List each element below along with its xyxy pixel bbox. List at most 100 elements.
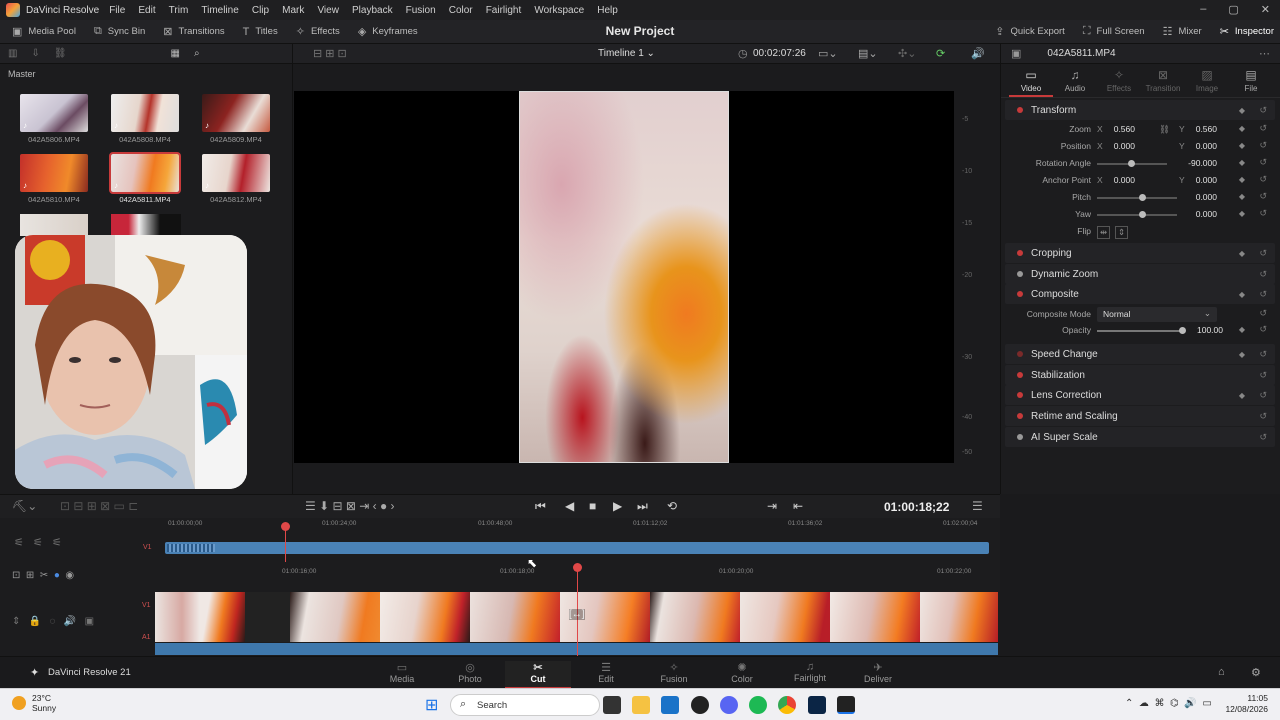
section-lens-correction[interactable]: Lens Correction ◆ ↺ (1005, 385, 1275, 405)
section-speed-change[interactable]: Speed Change ◆ ↺ (1005, 344, 1275, 364)
play-icon[interactable]: ▶ (613, 499, 622, 513)
reset-icon[interactable]: ↺ (1259, 140, 1267, 151)
sync-icon[interactable]: ⟳ (936, 47, 945, 60)
full-screen-button[interactable]: ⛶ Full Screen (1083, 25, 1145, 38)
bin-list-icon[interactable]: ▥ (8, 48, 17, 59)
media-pool-button[interactable]: ▣ Media Pool (12, 25, 76, 38)
reset-icon[interactable]: ↺ (1259, 308, 1267, 319)
settings-gear-icon[interactable]: ⚙ (1251, 666, 1261, 679)
more-icon[interactable]: ⋯ (1259, 47, 1270, 60)
tab-video[interactable]: ▭ Video (1009, 64, 1053, 97)
clip-thumbnail-partial[interactable] (111, 214, 181, 236)
edit-tools-icon[interactable]: ⊡ ⊟ ⊞ ⊠ ▭ ⊏ (60, 499, 138, 513)
safe-area-icon[interactable]: ▭⌄ (818, 47, 838, 60)
reset-icon[interactable]: ↺ (1259, 289, 1267, 300)
next-edit-icon[interactable]: ⇥ (767, 499, 777, 513)
track-options-icon[interactable]: ⚟ ⚟ ⚟ (14, 536, 62, 549)
flip-vertical-icon[interactable]: ⇕ (1115, 226, 1129, 239)
stop-icon[interactable]: ■ (589, 499, 596, 513)
track-tools-icon[interactable]: ⊡ ⊞ ✂ ● ◉ (12, 570, 74, 581)
rotation-slider-knob[interactable] (1128, 160, 1135, 167)
timeline-tools-icon[interactable]: ⛏⌄ (12, 499, 37, 513)
page-tab-deliver[interactable]: ✈ Deliver (853, 661, 903, 684)
pitch-slider[interactable] (1097, 197, 1177, 199)
media-clip[interactable]: ♪ 042A5812.MP4 (202, 154, 270, 204)
task-view-icon[interactable] (603, 696, 621, 714)
grid-view-icon[interactable]: ▦ (171, 48, 180, 59)
menu-clip[interactable]: Clip (252, 5, 269, 16)
lock-icon[interactable]: ⇕ 🔒 ◌ 🔊 ▣ (12, 616, 94, 627)
quick-export-button[interactable]: ⇪ Quick Export (995, 25, 1065, 38)
reset-icon[interactable]: ↺ (1259, 269, 1267, 280)
inspector-button[interactable]: ✂ Inspector (1220, 25, 1274, 38)
menu-file[interactable]: File (109, 5, 125, 16)
menu-fairlight[interactable]: Fairlight (486, 5, 522, 16)
weather-widget[interactable]: 23°C Sunny (12, 693, 56, 713)
menu-playback[interactable]: Playback (352, 5, 393, 16)
go-to-end-icon[interactable]: ⏭ (637, 499, 648, 514)
layout-icon[interactable]: ⊟ ⊞ ⊡ (313, 47, 347, 60)
mail-icon[interactable] (661, 696, 679, 714)
enable-dot-icon[interactable] (1017, 413, 1023, 419)
keyframe-icon[interactable]: ◆ (1239, 141, 1245, 150)
upper-playhead-handle[interactable] (281, 522, 290, 531)
chrome-icon[interactable] (778, 696, 796, 714)
yaw-slider[interactable] (1097, 214, 1177, 216)
keyframe-icon[interactable]: ◆ (1239, 290, 1245, 299)
enable-dot-icon[interactable] (1017, 291, 1023, 297)
menu-view[interactable]: View (317, 5, 339, 16)
reset-icon[interactable]: ↺ (1259, 174, 1267, 185)
import-icon[interactable]: ⇩ (31, 48, 39, 59)
audio-tools-icon[interactable]: ☰ ⬇ ⊟ ⊠ ⇥ ‹ ● › (305, 499, 395, 513)
media-clip[interactable]: ♪ 042A5806.MP4 (20, 94, 88, 144)
clock[interactable]: 11:05 12/08/2026 (1225, 693, 1268, 715)
page-tab-photo[interactable]: ◎ Photo (445, 661, 495, 684)
opacity-slider[interactable] (1097, 330, 1183, 332)
keyframe-icon[interactable]: ◆ (1239, 124, 1245, 133)
rotation-field[interactable]: -90.000 (1177, 158, 1217, 168)
menu-mark[interactable]: Mark (282, 5, 304, 16)
close-icon[interactable]: ✕ (1261, 3, 1270, 16)
media-clip[interactable]: ♪ 042A5810.MP4 (20, 154, 88, 204)
page-tab-edit[interactable]: ☰ Edit (581, 661, 631, 684)
media-clip-selected[interactable]: ♪ 042A5811.MP4 (109, 152, 181, 204)
reset-icon[interactable]: ↺ (1259, 191, 1267, 202)
page-tab-fusion[interactable]: ✧ Fusion (649, 661, 699, 684)
flip-horizontal-icon[interactable]: ⇹ (1097, 226, 1111, 239)
media-clip[interactable]: ♪ 042A5809.MP4 (202, 94, 270, 144)
timeline-selector[interactable]: Timeline 1 ⌄ (598, 48, 655, 59)
tab-audio[interactable]: ♫ Audio (1053, 64, 1097, 97)
reset-icon[interactable]: ↺ (1259, 324, 1267, 335)
tray-icons[interactable]: ⌃ ☁ ⌘ ⌬ 🔊 ▭ (1125, 698, 1212, 709)
tab-image[interactable]: ▨ Image (1185, 64, 1229, 97)
transform-icon[interactable]: ✣⌄ (898, 47, 916, 60)
enable-dot-icon[interactable] (1017, 107, 1023, 113)
keyframe-icon[interactable]: ◆ (1239, 106, 1245, 115)
enable-dot-icon[interactable] (1017, 250, 1023, 256)
windows-start-icon[interactable]: ⊞ (425, 695, 438, 715)
loop-icon[interactable]: ⟲ (667, 499, 677, 513)
lightroom-icon[interactable] (808, 696, 826, 714)
pitch-field[interactable]: 0.000 (1177, 192, 1217, 202)
upper-timeline-clip[interactable] (165, 542, 989, 554)
enable-dot-icon[interactable] (1017, 351, 1023, 357)
reset-icon[interactable]: ↺ (1259, 370, 1267, 381)
page-tab-color[interactable]: ✺ Color (717, 661, 767, 684)
keyframe-icon[interactable]: ◆ (1239, 158, 1245, 167)
search-icon[interactable]: ⌕ (194, 48, 200, 59)
transitions-button[interactable]: ⊠ Transitions (163, 25, 224, 38)
section-transform[interactable]: Transform ◆ ↺ (1005, 100, 1275, 120)
enable-dot-icon[interactable] (1017, 372, 1023, 378)
reset-icon[interactable]: ↺ (1259, 157, 1267, 168)
link-icon[interactable]: ⛓ (1159, 124, 1170, 135)
page-tab-cut[interactable]: ✂ Cut (505, 661, 571, 689)
media-clip[interactable]: ♪ 042A5808.MP4 (111, 94, 179, 144)
keyframe-icon[interactable]: ◆ (1239, 175, 1245, 184)
section-ai-super-scale[interactable]: AI Super Scale ↺ (1005, 427, 1275, 447)
menu-icon[interactable]: ☰ (972, 499, 983, 513)
play-reverse-icon[interactable]: ◀ (565, 499, 574, 513)
menu-timeline[interactable]: Timeline (201, 5, 238, 16)
keyframe-icon[interactable]: ◆ (1239, 192, 1245, 201)
anchor-y-field[interactable]: 0.000 (1177, 175, 1217, 185)
keyframe-icon[interactable]: ◆ (1239, 325, 1245, 334)
